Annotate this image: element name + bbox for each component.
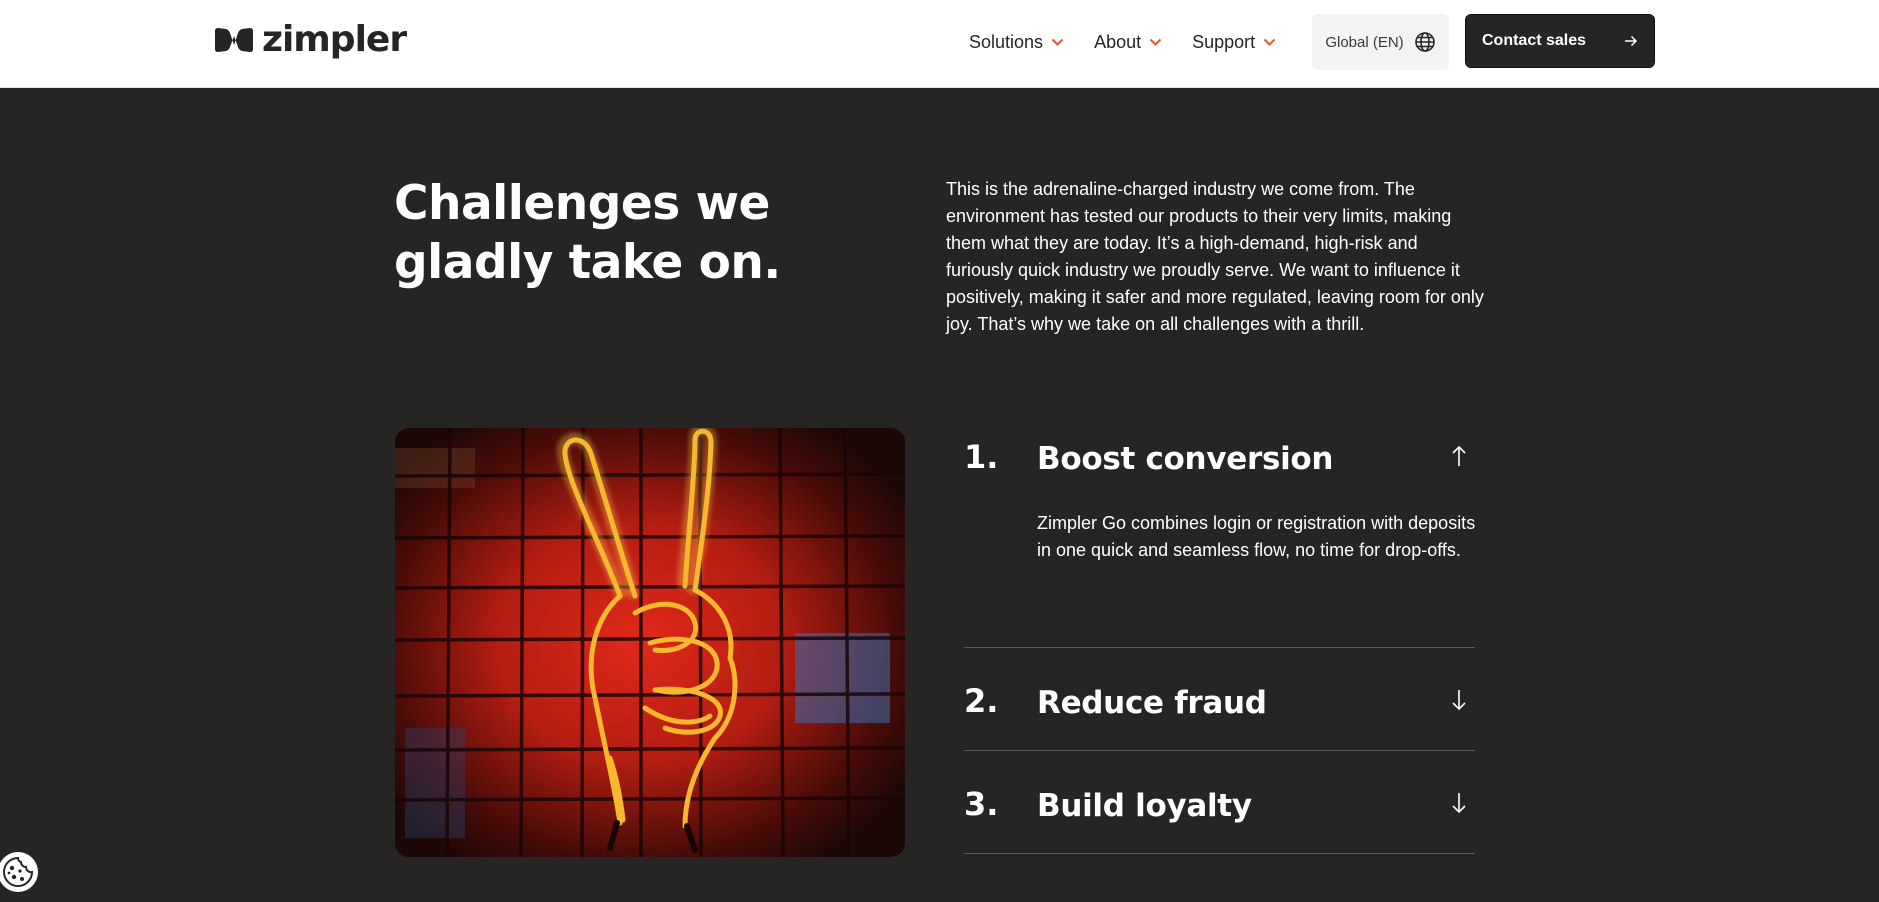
arrow-right-icon: [1625, 35, 1638, 47]
nav-support-label: Support: [1192, 31, 1256, 52]
accordion-number: 3.: [964, 785, 999, 823]
globe-icon: [1414, 32, 1435, 52]
chevron-down-icon: [1149, 38, 1162, 46]
accordion-title: Boost conversion: [1037, 441, 1334, 477]
cookie-icon: [3, 856, 34, 887]
site-header: zimpler Solutions About Support Global (…: [0, 0, 1879, 88]
accordion-number: 1.: [964, 438, 999, 476]
accordion-number: 2.: [964, 682, 999, 720]
accordion-item-build-loyalty[interactable]: 3. Build loyalty: [964, 785, 1475, 835]
arrow-down-icon[interactable]: [1451, 688, 1467, 712]
nav-support[interactable]: Support: [1192, 32, 1276, 53]
chevron-down-icon: [1263, 38, 1276, 46]
accordion-divider: [964, 647, 1475, 648]
brand-name: zimpler: [262, 19, 407, 60]
neon-peace-sign-image: [395, 428, 905, 857]
locale-label: Global (EN): [1325, 33, 1404, 51]
accordion-divider: [964, 853, 1475, 854]
nav-about-label: About: [1094, 31, 1142, 52]
intro-paragraph: This is the adrenaline-charged industry …: [946, 179, 1484, 334]
accordion-item-reduce-fraud[interactable]: 2. Reduce fraud: [964, 682, 1475, 732]
arrow-down-icon[interactable]: [1451, 791, 1467, 815]
zimpler-logo-mark-icon: [215, 28, 253, 52]
section-headline: Challenges we gladly take on.: [394, 176, 781, 290]
main-nav: Solutions About Support: [969, 28, 1276, 56]
chevron-down-icon: [1051, 38, 1064, 46]
accordion-title: Build loyalty: [1037, 788, 1252, 824]
accordion-body: Zimpler Go combines login or registratio…: [1037, 513, 1476, 560]
nav-solutions[interactable]: Solutions: [969, 32, 1064, 53]
nav-about[interactable]: About: [1094, 32, 1162, 53]
cookie-settings-button[interactable]: [0, 852, 38, 892]
contact-sales-button[interactable]: Contact sales: [1465, 14, 1655, 68]
accordion-title: Reduce fraud: [1037, 685, 1267, 721]
contact-sales-label: Contact sales: [1482, 32, 1587, 49]
zimpler-logo[interactable]: zimpler: [214, 19, 407, 60]
locale-selector-button[interactable]: Global (EN): [1312, 14, 1449, 70]
nav-solutions-label: Solutions: [969, 31, 1044, 52]
accordion-item-boost-conversion[interactable]: 1. Boost conversion Zimpler Go combines …: [964, 438, 1475, 648]
arrow-up-icon[interactable]: [1451, 444, 1467, 468]
neon-peace-sign-illustration: [395, 428, 905, 857]
accordion-divider: [964, 750, 1475, 751]
